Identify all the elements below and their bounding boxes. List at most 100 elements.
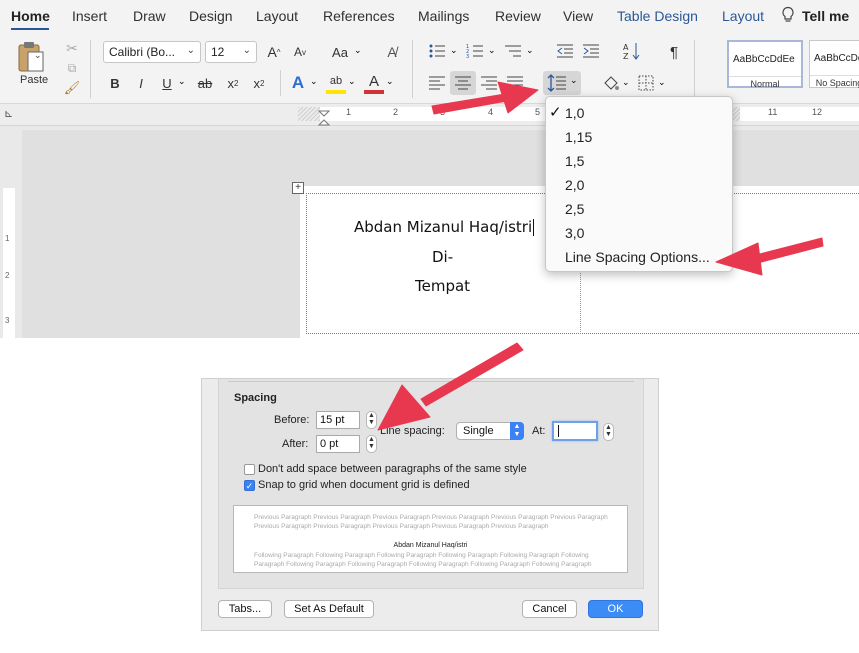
chevron-down-icon: ⌄: [570, 75, 578, 85]
italic-button[interactable]: I: [132, 73, 150, 93]
font-color-button[interactable]: A: [364, 72, 384, 94]
text-effects-button[interactable]: A: [288, 72, 308, 94]
dont-add-space-checkbox[interactable]: [244, 464, 255, 475]
tab-view[interactable]: View: [563, 8, 593, 24]
style-normal[interactable]: AaBbCcDdEe Normal: [727, 40, 803, 89]
line-spacing-option-2-0[interactable]: 2,0: [546, 173, 732, 197]
set-as-default-button[interactable]: Set As Default: [284, 600, 374, 618]
shrink-font-button[interactable]: Av: [290, 42, 310, 62]
chevron-down-icon[interactable]: ⌄: [488, 45, 496, 56]
copy-icon[interactable]: ⧉: [64, 60, 80, 76]
snap-to-grid-checkbox[interactable]: ✓: [244, 480, 255, 491]
table-move-handle-icon[interactable]: +: [292, 182, 304, 194]
highlight-color-button[interactable]: ab: [326, 72, 346, 94]
before-field[interactable]: 15 pt: [316, 411, 360, 429]
ruler-number: 12: [812, 107, 823, 117]
line-spacing-options-item[interactable]: Line Spacing Options...: [546, 245, 732, 269]
font-name-combo[interactable]: Calibri (Bo... ⌄: [103, 41, 201, 63]
document-line[interactable]: Di-: [432, 248, 453, 266]
snap-to-grid-label: Snap to grid when document grid is defin…: [258, 479, 470, 491]
tab-design[interactable]: Design: [189, 8, 233, 24]
after-field[interactable]: 0 pt: [316, 435, 360, 453]
chevron-down-icon[interactable]: ⌄: [354, 45, 362, 56]
cut-icon[interactable]: ✂: [64, 40, 80, 56]
at-label: At:: [532, 425, 546, 437]
line-spacing-button[interactable]: ⌄: [543, 71, 581, 95]
tab-references[interactable]: References: [323, 8, 395, 24]
align-left-icon[interactable]: [428, 75, 446, 91]
chevron-down-icon[interactable]: ⌄: [348, 76, 356, 87]
chevron-down-icon[interactable]: ⌄: [622, 77, 630, 88]
before-stepper[interactable]: ▲ ▼: [366, 411, 377, 429]
chevron-down-icon[interactable]: ⌄: [526, 45, 534, 56]
preview-current-paragraph: Abdan Mizanul Haq/istri: [393, 542, 468, 549]
tab-table-layout[interactable]: Layout: [722, 8, 764, 24]
chevron-down-icon[interactable]: ⌄: [386, 76, 394, 87]
menu-item-label: 1,0: [565, 105, 585, 121]
chevron-down-icon[interactable]: ⌄: [310, 76, 318, 87]
document-line[interactable]: Tempat: [415, 277, 470, 295]
align-right-icon[interactable]: [480, 75, 498, 91]
style-no-spacing[interactable]: AaBbCcDdEe No Spacing: [809, 40, 859, 88]
shading-icon[interactable]: [602, 74, 620, 92]
indent-marker-icon[interactable]: [318, 110, 330, 126]
decrease-indent-icon[interactable]: [556, 43, 574, 59]
font-size-value: 12: [211, 45, 225, 59]
numbering-icon[interactable]: 123: [466, 43, 484, 59]
chevron-down-icon[interactable]: ⌄: [658, 77, 666, 88]
strikethrough-button[interactable]: ab: [194, 73, 216, 93]
grow-font-button[interactable]: A ^: [264, 42, 284, 62]
paste-dropdown-chevron[interactable]: ⌄: [34, 50, 42, 61]
font-name-value: Calibri (Bo...: [109, 45, 176, 59]
borders-icon[interactable]: [638, 75, 654, 91]
bullets-icon[interactable]: [428, 43, 446, 59]
home-ribbon: ⌄ Paste ✂ ⧉ 🖌 Calibri (Bo... ⌄ 12 ⌄ A ^ A…: [0, 32, 859, 104]
document-line[interactable]: Abdan Mizanul Haq/istri: [354, 218, 535, 236]
bold-button[interactable]: B: [106, 73, 124, 93]
at-field[interactable]: [552, 421, 598, 441]
ribbon-divider: [694, 40, 695, 98]
tab-insert[interactable]: Insert: [72, 8, 107, 24]
chevron-down-icon[interactable]: ⌄: [178, 76, 186, 87]
svg-text:Z: Z: [623, 52, 629, 61]
tab-mailings[interactable]: Mailings: [418, 8, 469, 24]
format-painter-icon[interactable]: 🖌: [64, 80, 81, 96]
tab-table-design[interactable]: Table Design: [617, 8, 698, 24]
font-size-combo[interactable]: 12 ⌄: [205, 41, 257, 63]
align-center-icon: [455, 76, 471, 90]
chevron-down-icon[interactable]: ⌄: [450, 45, 458, 56]
subscript-button[interactable]: x2: [224, 73, 242, 93]
line-spacing-option-3-0[interactable]: 3,0: [546, 221, 732, 245]
justify-icon[interactable]: [506, 75, 524, 91]
tell-me-search[interactable]: Tell me: [802, 8, 849, 24]
svg-text:A: A: [623, 43, 629, 52]
line-spacing-option-1-15[interactable]: 1,15: [546, 125, 732, 149]
sort-icon[interactable]: AZ: [622, 41, 642, 61]
change-case-button[interactable]: Aa: [328, 42, 352, 62]
after-stepper[interactable]: ▲ ▼: [366, 435, 377, 453]
line-spacing-popup[interactable]: Single ▲ ▼: [456, 422, 524, 440]
multilevel-list-icon[interactable]: [504, 43, 522, 59]
line-spacing-option-2-5[interactable]: 2,5: [546, 197, 732, 221]
show-formatting-marks-button[interactable]: ¶: [664, 42, 684, 62]
style-label: No Spacing: [810, 75, 859, 88]
increase-indent-icon[interactable]: [582, 43, 600, 59]
tab-draw[interactable]: Draw: [133, 8, 166, 24]
tabs-button[interactable]: Tabs...: [218, 600, 272, 618]
superscript-button[interactable]: x2: [250, 73, 268, 93]
ok-button[interactable]: OK: [588, 600, 643, 618]
tab-review[interactable]: Review: [495, 8, 541, 24]
popup-arrows-icon: ▲ ▼: [510, 422, 524, 440]
tab-selector-icon[interactable]: ⊾: [4, 107, 13, 120]
cancel-button[interactable]: Cancel: [522, 600, 577, 618]
at-stepper[interactable]: ▲ ▼: [603, 423, 614, 441]
underline-button[interactable]: U: [158, 73, 176, 93]
tab-home[interactable]: Home: [11, 8, 50, 24]
tab-layout[interactable]: Layout: [256, 8, 298, 24]
line-spacing-option-1-0[interactable]: ✓ 1,0: [546, 101, 732, 125]
align-center-button[interactable]: [450, 71, 476, 95]
ruler-number: 5: [535, 107, 541, 117]
clear-formatting-icon[interactable]: A̸: [382, 42, 402, 62]
active-tab-indicator: [11, 28, 49, 30]
line-spacing-option-1-5[interactable]: 1,5: [546, 149, 732, 173]
